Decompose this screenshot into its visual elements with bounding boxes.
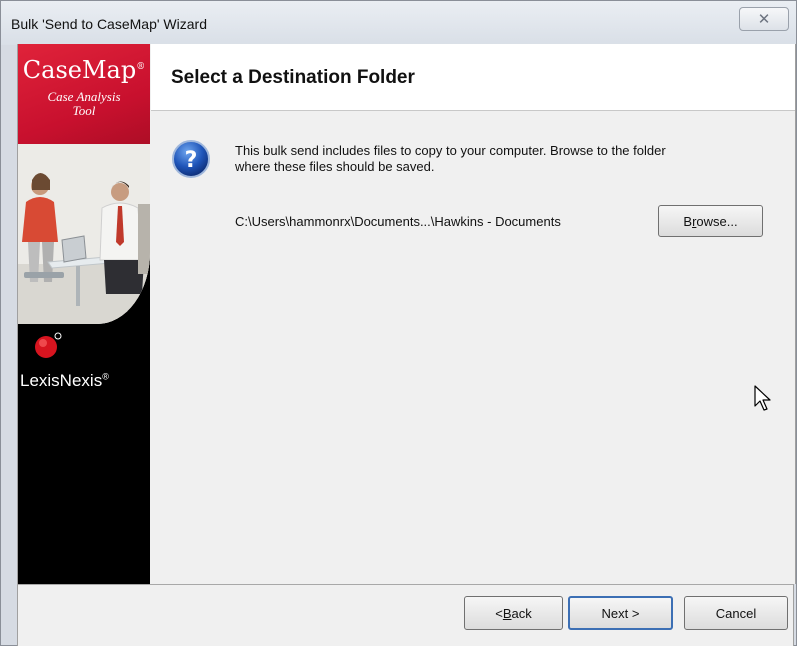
lexisnexis-logo-icon bbox=[35, 332, 62, 358]
browse-label-post: owse... bbox=[696, 213, 738, 229]
brand-registered-mark: ® bbox=[136, 62, 146, 72]
vendor-registered-mark: ® bbox=[102, 371, 109, 382]
vendor-logo-text: LexisNexis® bbox=[20, 371, 109, 391]
intro-line-1: This bulk send includes files to copy to… bbox=[235, 143, 666, 158]
browse-button[interactable]: Br owse... bbox=[658, 205, 763, 237]
intro-text: This bulk send includes files to copy to… bbox=[235, 143, 775, 175]
back-label-pre: < bbox=[495, 605, 503, 621]
close-button[interactable]: ✕ bbox=[739, 7, 789, 31]
question-circle-icon: ? bbox=[172, 140, 210, 178]
tagline-line-2: Tool bbox=[72, 103, 96, 118]
brand-name: CaseMap bbox=[22, 56, 137, 84]
back-accelerator: B bbox=[502, 605, 512, 621]
intro-line-2: where these files should be saved. bbox=[235, 159, 435, 174]
mouse-pointer-icon bbox=[754, 385, 771, 411]
page-title: Select a Destination Folder bbox=[171, 67, 415, 88]
wizard-header: Select a Destination Folder bbox=[151, 44, 795, 111]
back-button[interactable]: < Back bbox=[464, 596, 563, 630]
people-illustration bbox=[18, 144, 150, 324]
svg-text:?: ? bbox=[185, 148, 198, 173]
next-button[interactable]: Next > bbox=[568, 596, 673, 630]
business-people-photo bbox=[18, 144, 150, 324]
tagline-line-1: Case Analysis bbox=[47, 89, 121, 104]
casemap-logo: CaseMap® bbox=[18, 56, 150, 84]
title-bar: Bulk 'Send to CaseMap' Wizard ✕ bbox=[1, 1, 796, 45]
back-label-post: ack bbox=[511, 605, 532, 621]
cancel-button[interactable]: Cancel bbox=[684, 596, 788, 630]
wizard-body: CaseMap® Case Analysis Tool LexisNexis® … bbox=[17, 44, 796, 584]
brand-tagline: Case Analysis Tool bbox=[18, 90, 150, 118]
browse-label-pre: B bbox=[683, 213, 693, 229]
destination-path: C:\Users\hammonrx\Documents...\Hawkins -… bbox=[235, 214, 561, 229]
close-icon: ✕ bbox=[757, 11, 771, 28]
brand-sidebar: CaseMap® Case Analysis Tool LexisNexis® bbox=[18, 44, 150, 584]
wizard-footer: < Back Next > Cancel bbox=[17, 584, 794, 646]
vendor-name: LexisNexis bbox=[20, 371, 103, 390]
window-title: Bulk 'Send to CaseMap' Wizard bbox=[11, 16, 207, 32]
